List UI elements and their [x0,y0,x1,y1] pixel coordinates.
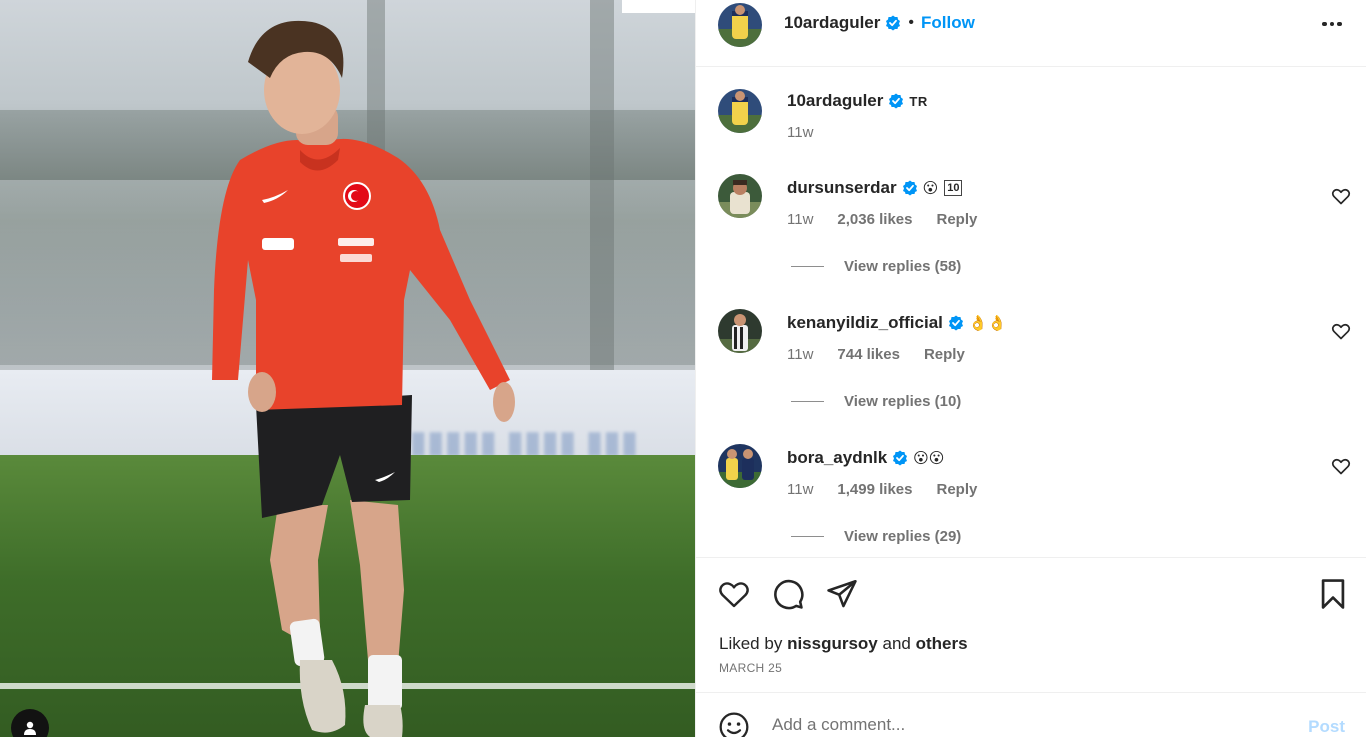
author-avatar[interactable] [718,89,762,133]
reply-button[interactable]: Reply [936,211,977,228]
like-comment-icon[interactable] [1331,321,1351,341]
comment-meta: 11w 2,036 likes Reply [787,211,977,228]
post-actions: Liked by nissgursoy and others MARCH 25 [696,557,1366,692]
replies-divider [791,536,824,537]
view-replies-button[interactable]: View replies (58) [791,258,961,275]
commenter-avatar[interactable] [718,444,762,488]
comment-likes[interactable]: 2,036 likes [837,211,912,228]
author-avatar[interactable] [718,3,762,47]
follow-button[interactable]: Follow [921,13,975,33]
post-panel: 10ardaguler • Follow 10ardaguler TR 11w … [695,0,1366,737]
verified-icon [948,315,963,331]
commenter-username[interactable]: bora_aydnlk [787,448,887,468]
post-header: 10ardaguler • Follow [696,0,1366,67]
comment-user: bora_aydnlk 😮😮 [787,448,944,468]
comment-time[interactable]: 11w [787,211,813,228]
football-player [212,20,515,737]
comment-badge: 10 [944,180,963,196]
commenter-avatar[interactable] [718,174,762,218]
view-replies-label: View replies (58) [844,258,962,275]
comment-emoji: 😮😮 [913,449,945,467]
commenter-username[interactable]: dursunserdar [787,178,897,198]
post-image: ▮▮▮▮▮ ▮▮▮▮ ▮▮▮ [0,0,695,737]
post-date[interactable]: MARCH 25 [719,661,782,675]
replies-divider [791,401,824,402]
save-icon[interactable] [1316,577,1350,611]
liked-by: Liked by nissgursoy and others [719,634,968,654]
caption-text: TR [909,93,928,109]
comment-emoji: 👌👌 [968,314,1007,332]
reply-button[interactable]: Reply [936,481,977,498]
comment-time[interactable]: 11w [787,346,813,363]
comment-emoji: 😮 [922,179,939,197]
comment-time[interactable]: 11w [787,481,813,498]
share-icon[interactable] [825,577,859,611]
heart-icon[interactable] [717,577,751,611]
view-replies-label: View replies (10) [844,393,962,410]
commenter-avatar[interactable] [718,309,762,353]
comments-list[interactable]: 10ardaguler TR 11w dursunserdar 😮 10 11w… [696,68,1366,556]
caption-username[interactable]: 10ardaguler [787,91,883,111]
emoji-icon[interactable] [718,711,750,737]
view-replies-button[interactable]: View replies (29) [791,528,961,545]
comment-composer: Post [696,692,1366,737]
comment-likes[interactable]: 744 likes [837,346,900,363]
verified-icon [893,450,908,466]
separator-dot: • [908,14,914,31]
comment-input[interactable] [772,715,1292,735]
commenter-username[interactable]: kenanyildiz_official [787,313,943,333]
view-replies-label: View replies (29) [844,528,962,545]
user-icon [24,721,36,735]
post-button[interactable]: Post [1308,717,1345,737]
caption-time[interactable]: 11w [787,124,813,141]
header-user: 10ardaguler • Follow [784,13,975,33]
replies-divider [791,266,824,267]
comment-likes[interactable]: 1,499 likes [837,481,912,498]
comment-meta: 11w 744 likes Reply [787,346,965,363]
liked-by-user[interactable]: nissgursoy [787,634,878,653]
caption-user: 10ardaguler TR [787,91,928,111]
comment-user: kenanyildiz_official 👌👌 [787,313,1006,333]
like-comment-icon[interactable] [1331,186,1351,206]
verified-icon [902,180,917,196]
verified-icon [889,93,904,109]
verified-icon [886,15,901,31]
caption-meta: 11w [787,124,813,141]
liked-by-and: and [882,634,911,653]
comment-user: dursunserdar 😮 10 [787,178,963,198]
comment-icon[interactable] [771,577,805,611]
view-replies-button[interactable]: View replies (10) [791,393,961,410]
liked-by-prefix: Liked by [719,634,783,653]
comment-meta: 11w 1,499 likes Reply [787,481,977,498]
more-options-icon[interactable] [1319,14,1345,34]
author-username[interactable]: 10ardaguler [784,13,880,33]
reply-button[interactable]: Reply [924,346,965,363]
liked-by-others[interactable]: others [916,634,968,653]
like-comment-icon[interactable] [1331,456,1351,476]
